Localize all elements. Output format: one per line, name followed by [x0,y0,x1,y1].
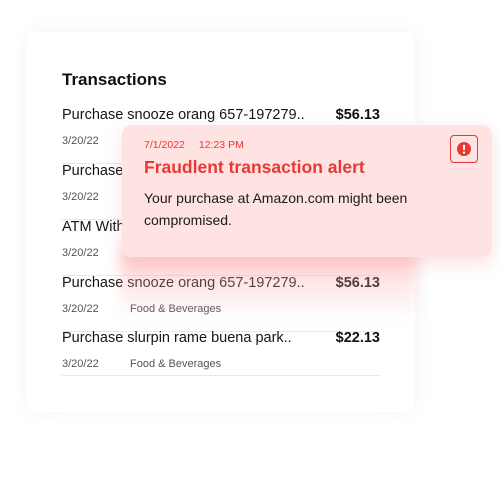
fraud-alert-popup[interactable]: 7/1/2022 12:23 PM Fraudlent transaction a… [122,125,492,257]
transaction-row[interactable]: Purchase slurpin rame buena park.. $22.1… [62,330,380,376]
transaction-amount: $56.13 [335,275,380,291]
alert-timestamp: 7/1/2022 12:23 PM [144,139,244,151]
transaction-description: ATM With [62,219,125,235]
transaction-description: Purchase [62,163,124,179]
exclamation-circle-icon[interactable] [450,135,478,163]
transaction-date: 3/20/22 [62,358,99,370]
alert-time: 12:23 PM [198,139,244,151]
transaction-category: Food & Beverages [130,303,222,315]
alert-message: Your purchase at Amazon.com might been c… [144,190,408,228]
transaction-description: Purchase snooze orang 657-197279.. [62,107,305,123]
transaction-description: Purchase snooze orang 657-197279.. [62,275,305,291]
transaction-row[interactable]: Purchase snooze orang 657-197279.. $56.1… [62,275,380,332]
transaction-date: 3/20/22 [62,247,99,259]
transaction-description: Purchase slurpin rame buena park.. [62,330,292,346]
transaction-date: 3/20/22 [62,303,99,315]
transaction-category: Food & Beverages [130,358,222,370]
transaction-amount: $56.13 [335,107,380,123]
alert-heading: Fraudlent transaction alert [144,157,365,177]
transaction-date: 3/20/22 [62,135,99,147]
transaction-date: 3/20/22 [62,191,99,203]
transactions-widget: Transactions Purchase snooze orang 657-1… [0,0,500,504]
exclamation-circle-glyph [457,142,471,156]
transactions-title: Transactions [62,70,167,89]
alert-date: 7/1/2022 [144,139,185,151]
transaction-amount: $22.13 [335,330,380,346]
